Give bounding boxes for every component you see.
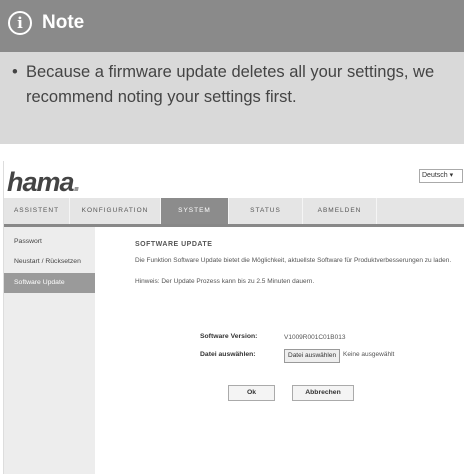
page-title: SOFTWARE UPDATE bbox=[135, 241, 213, 248]
file-select-label: Datei auswählen: bbox=[200, 351, 256, 358]
sidebar-item-passwort[interactable]: Passwort bbox=[4, 232, 95, 252]
router-ui-screenshot: hama. Deutsch ▾ ASSISTENT KONFIGURATION … bbox=[3, 161, 464, 474]
language-select[interactable]: Deutsch ▾ bbox=[419, 169, 463, 183]
bullet-icon: • bbox=[12, 63, 18, 81]
note-body: • Because a firmware update deletes all … bbox=[0, 52, 464, 144]
nav-tab-konfiguration[interactable]: KONFIGURATION bbox=[70, 198, 161, 224]
file-select-status: Keine ausgewählt bbox=[343, 351, 395, 358]
sidebar: Passwort Neustart / Rücksetzen Software … bbox=[4, 227, 95, 474]
file-select-button[interactable]: Datei auswählen bbox=[284, 349, 341, 363]
nav-tab-system[interactable]: SYSTEM bbox=[161, 198, 229, 224]
ok-button[interactable]: Ok bbox=[228, 385, 275, 401]
hama-logo: hama. bbox=[7, 167, 81, 197]
info-icon: i bbox=[8, 11, 32, 35]
note-title: Note bbox=[42, 12, 85, 33]
content-description: Die Funktion Software Update bietet die … bbox=[135, 257, 452, 264]
note-text-content: Because a firmware update deletes all yo… bbox=[26, 63, 435, 106]
note-header: i Note bbox=[0, 0, 464, 52]
content-panel: SOFTWARE UPDATE Die Funktion Software Up… bbox=[102, 241, 464, 474]
nav-tab-abmelden[interactable]: ABMELDEN bbox=[303, 198, 377, 224]
software-version-value: V1009R001C01B013 bbox=[284, 334, 346, 341]
nav-tab-assistent[interactable]: ASSISTENT bbox=[4, 198, 70, 224]
content-hint: Hinweis: Der Update Prozess kann bis zu … bbox=[135, 278, 315, 285]
note-text: • Because a firmware update deletes all … bbox=[12, 60, 452, 110]
sidebar-item-software-update[interactable]: Software Update bbox=[4, 273, 95, 293]
cancel-button[interactable]: Abbrechen bbox=[292, 385, 354, 401]
sidebar-item-neustart[interactable]: Neustart / Rücksetzen bbox=[4, 252, 95, 272]
software-version-label: Software Version: bbox=[200, 333, 258, 340]
nav-tab-status[interactable]: STATUS bbox=[229, 198, 303, 224]
main-nav: ASSISTENT KONFIGURATION SYSTEM STATUS AB… bbox=[4, 198, 464, 227]
